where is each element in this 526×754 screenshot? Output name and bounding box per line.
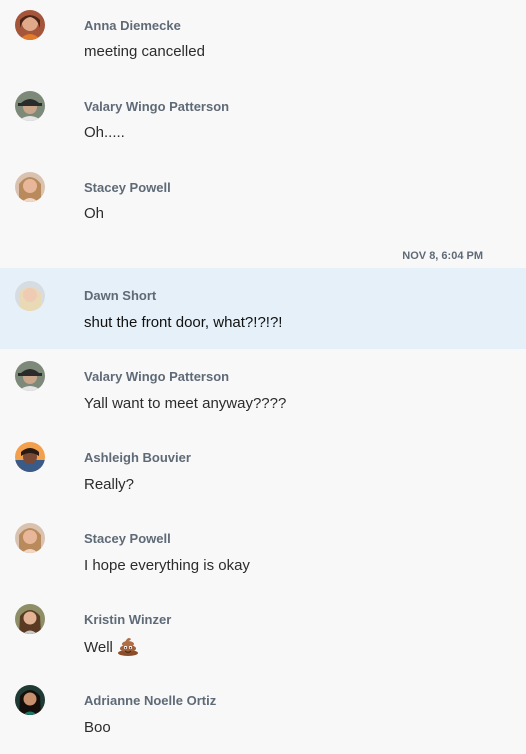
avatar[interactable] — [15, 172, 45, 202]
pile-of-poo-emoji — [117, 636, 139, 660]
avatar[interactable] — [15, 685, 45, 715]
sender-name[interactable]: Anna Diemecke — [84, 18, 181, 33]
avatar[interactable] — [15, 10, 45, 40]
sender-name[interactable]: Stacey Powell — [84, 180, 171, 195]
message-text: shut the front door, what?!?!?! — [84, 314, 283, 331]
sender-name[interactable]: Stacey Powell — [84, 531, 171, 546]
avatar[interactable] — [15, 281, 45, 311]
message-item[interactable]: Valary Wingo Patterson Oh..... — [0, 81, 526, 162]
message-item[interactable]: Kristin Winzer Well — [0, 592, 526, 673]
message-text: Really? — [84, 476, 135, 493]
message-text: Boo — [84, 719, 111, 736]
avatar[interactable] — [15, 523, 45, 553]
message-item[interactable]: Stacey Powell Oh — [0, 162, 526, 243]
message-text: Oh — [84, 205, 105, 222]
message-item[interactable]: Dawn Short shut the front door, what?!?!… — [0, 268, 526, 349]
message-item[interactable]: Adrianne Noelle Ortiz Boo — [0, 673, 526, 754]
message-text: Well — [84, 636, 139, 660]
message-item[interactable]: Valary Wingo Patterson Yall want to meet… — [0, 349, 526, 430]
chat-thread: Anna Diemecke meeting cancelled Valary W… — [0, 0, 526, 754]
message-item[interactable]: Stacey Powell I hope everything is okay — [0, 511, 526, 592]
message-text: meeting cancelled — [84, 43, 205, 60]
sender-name[interactable]: Valary Wingo Patterson — [84, 369, 229, 384]
sender-name[interactable]: Ashleigh Bouvier — [84, 450, 191, 465]
message-text: Oh..... — [84, 124, 125, 141]
avatar[interactable] — [15, 91, 45, 121]
message-item[interactable]: Ashleigh Bouvier Really? — [0, 430, 526, 511]
avatar[interactable] — [15, 361, 45, 391]
sender-name[interactable]: Adrianne Noelle Ortiz — [84, 693, 216, 708]
timestamp-divider: NOV 8, 6:04 PM — [402, 250, 483, 262]
message-text: Yall want to meet anyway???? — [84, 395, 287, 412]
sender-name[interactable]: Dawn Short — [84, 288, 156, 303]
sender-name[interactable]: Kristin Winzer — [84, 612, 171, 627]
message-text: I hope everything is okay — [84, 557, 250, 574]
sender-name[interactable]: Valary Wingo Patterson — [84, 99, 229, 114]
avatar[interactable] — [15, 442, 45, 472]
message-text-content: Well — [84, 639, 113, 656]
message-item[interactable]: Anna Diemecke meeting cancelled — [0, 0, 526, 81]
avatar[interactable] — [15, 604, 45, 634]
